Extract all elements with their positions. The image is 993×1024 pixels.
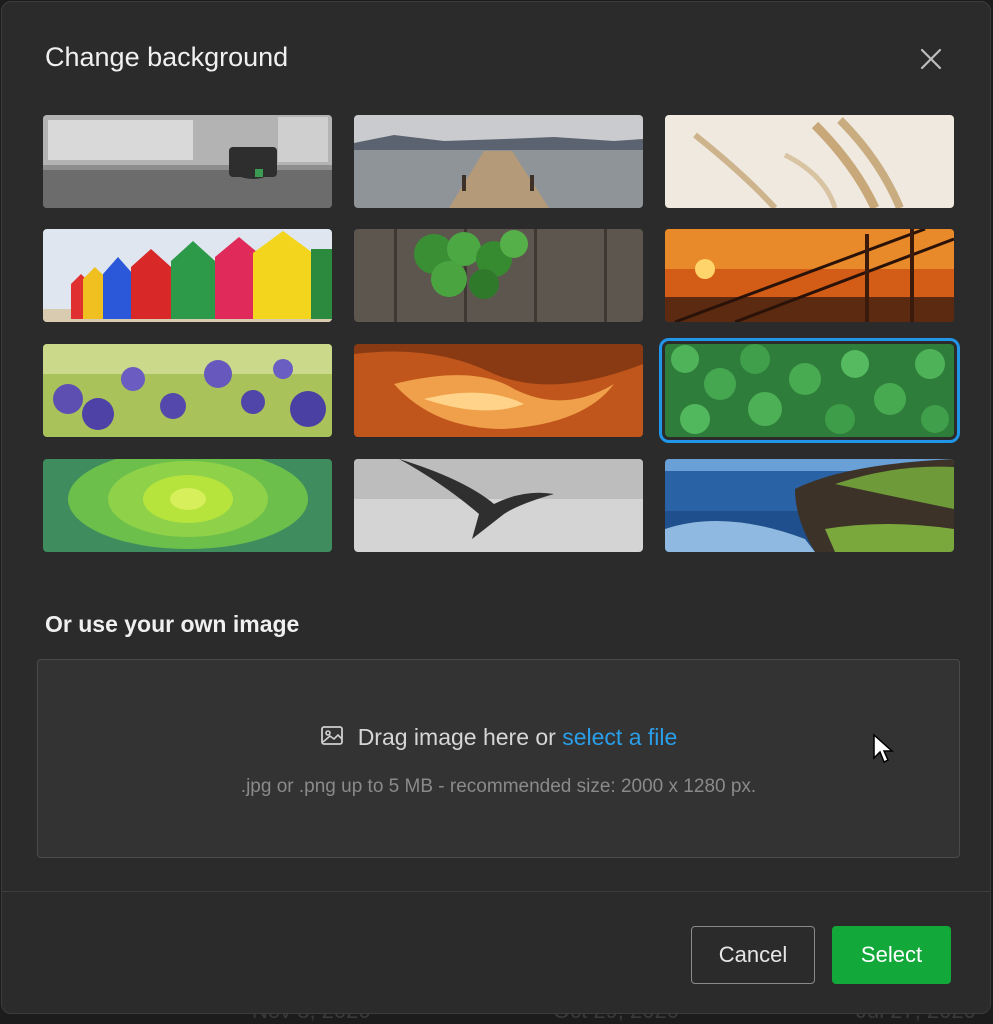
- close-icon: [920, 48, 942, 70]
- thumbnail-beach-huts[interactable]: [43, 229, 332, 322]
- background-grid: [43, 115, 960, 552]
- thumbnail-wheat[interactable]: [665, 115, 954, 208]
- select-button[interactable]: Select: [832, 926, 951, 984]
- thumbnail-succulent[interactable]: [43, 459, 332, 552]
- thumbnail-clover[interactable]: [659, 338, 960, 443]
- thumbnail-coastline[interactable]: [665, 459, 954, 552]
- close-button[interactable]: [917, 45, 945, 73]
- image-icon: [320, 724, 346, 754]
- thumbnail-bridge-sunset[interactable]: [665, 229, 954, 322]
- thumbnail-canyon[interactable]: [354, 344, 643, 437]
- thumbnail-coffee-mug[interactable]: [43, 115, 332, 208]
- footer-divider: [2, 891, 990, 892]
- thumbnail-pier[interactable]: [354, 115, 643, 208]
- dropzone-prompt: Drag image here or select a file: [38, 724, 959, 754]
- dropzone-text: Drag image here or: [357, 724, 563, 750]
- own-image-heading: Or use your own image: [45, 611, 300, 637]
- thumbnail-bluebonnets[interactable]: [43, 344, 332, 437]
- dropzone-hint: .jpg or .png up to 5 MB - recommended si…: [240, 776, 757, 797]
- select-file-link[interactable]: select a file: [562, 724, 677, 750]
- cancel-button[interactable]: Cancel: [691, 926, 815, 984]
- dialog-title: Change background: [45, 42, 289, 72]
- thumbnail-seagull[interactable]: [354, 459, 643, 552]
- mouse-cursor-icon: [873, 733, 894, 764]
- change-background-dialog: Change background Or use your own image …: [1, 1, 991, 1014]
- image-dropzone[interactable]: Drag image here or select a file .jpg or…: [37, 659, 960, 858]
- thumbnail-ivy-wood[interactable]: [354, 229, 643, 322]
